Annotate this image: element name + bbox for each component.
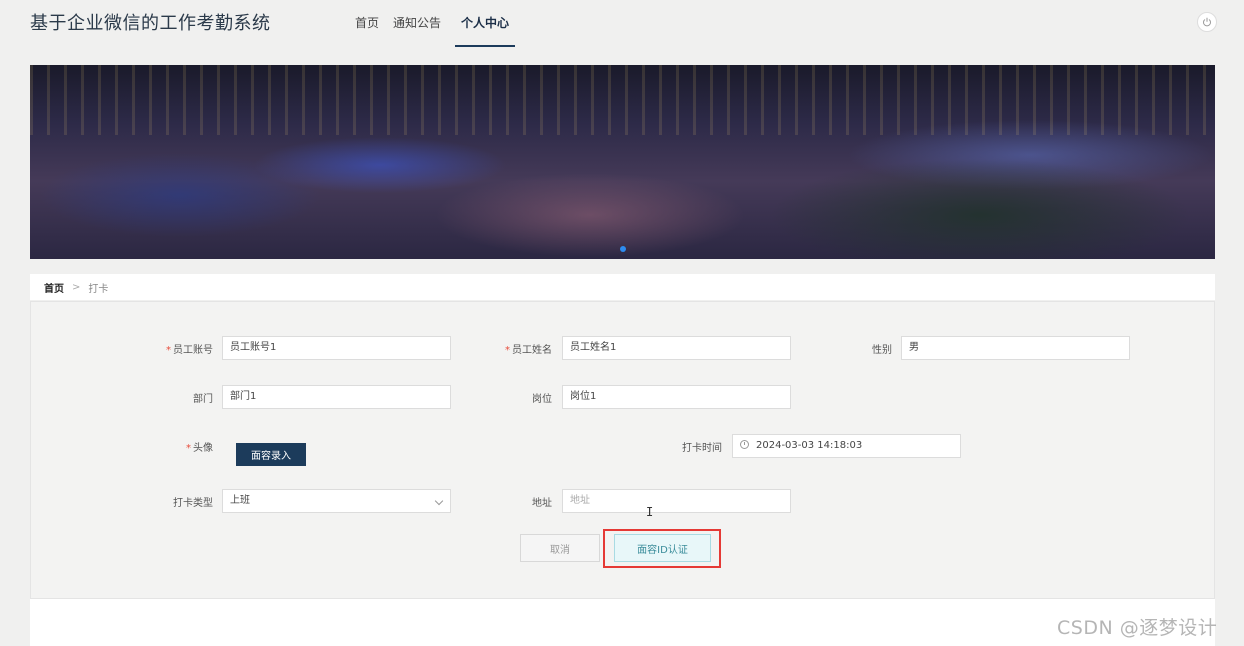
face-id-verify-button[interactable]: 面容ID认证	[614, 534, 711, 562]
punch-time-value: 2024-03-03 14:18:03	[756, 440, 863, 451]
power-icon	[1203, 17, 1211, 27]
address-input[interactable]: 地址	[562, 489, 791, 513]
banner-carousel	[30, 65, 1215, 259]
employee-account-input[interactable]: 员工账号1	[222, 336, 451, 360]
nav-item-home[interactable]: 首页	[355, 14, 379, 47]
chevron-down-icon	[434, 496, 444, 506]
watermark: CSDN @逐梦设计	[1057, 617, 1218, 639]
app-title: 基于企业微信的工作考勤系统	[30, 13, 271, 34]
nav-item-personal-center[interactable]: 个人中心	[455, 14, 516, 47]
punch-type-label: 打卡类型	[173, 498, 213, 509]
avatar-label: * 头像	[186, 443, 213, 454]
breadcrumb-current: 打卡	[88, 283, 109, 295]
gender-input[interactable]: 男	[901, 336, 1130, 360]
main-nav: 首页 通知公告 个人中心	[355, 14, 516, 47]
clock-icon	[740, 440, 749, 449]
breadcrumb: 首页 > 打卡	[30, 274, 1215, 300]
address-label: 地址	[532, 498, 552, 509]
breadcrumb-home[interactable]: 首页	[44, 280, 64, 295]
text-cursor-icon: I	[646, 505, 654, 519]
department-label: 部门	[193, 394, 213, 405]
employee-account-label: * 员工账号	[166, 345, 213, 356]
top-bar: 基于企业微信的工作考勤系统 首页 通知公告 个人中心	[0, 0, 1244, 58]
position-label: 岗位	[532, 394, 552, 405]
punch-type-select[interactable]: 上班	[222, 489, 451, 513]
nav-item-notices[interactable]: 通知公告	[393, 14, 441, 47]
employee-name-input[interactable]: 员工姓名1	[562, 336, 791, 360]
punch-time-label: 打卡时间	[682, 443, 722, 454]
banner-image	[30, 65, 1215, 135]
gender-label: 性别	[872, 345, 892, 356]
logout-button[interactable]	[1197, 12, 1217, 32]
cancel-button[interactable]: 取消	[520, 534, 600, 562]
face-enroll-button[interactable]: 面容录入	[236, 443, 306, 466]
punch-time-input[interactable]: 2024-03-03 14:18:03	[732, 434, 961, 458]
department-input[interactable]: 部门1	[222, 385, 451, 409]
breadcrumb-separator: >	[72, 281, 81, 293]
punch-type-value: 上班	[230, 495, 250, 506]
position-input[interactable]: 岗位1	[562, 385, 791, 409]
lower-panel	[30, 599, 1215, 646]
carousel-indicator-dot[interactable]	[620, 246, 626, 252]
employee-name-label: * 员工姓名	[505, 345, 552, 356]
